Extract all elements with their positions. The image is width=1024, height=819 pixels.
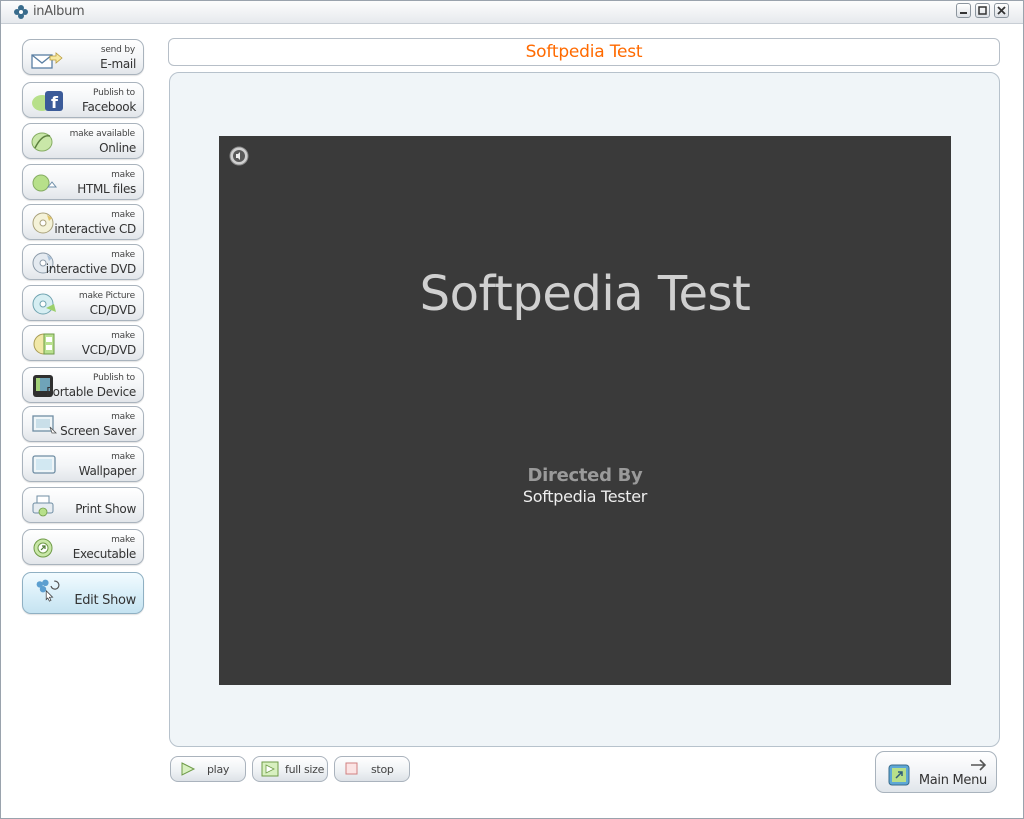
- main-menu-icon: [888, 764, 910, 786]
- play-icon: [181, 762, 196, 776]
- stop-button[interactable]: stop: [334, 756, 410, 782]
- make-screen-saver-button[interactable]: make Screen Saver: [22, 406, 144, 442]
- show-title-field[interactable]: Softpedia Test: [168, 38, 1000, 66]
- make-interactive-dvd-button[interactable]: make interactive DVD: [22, 244, 144, 280]
- maximize-button[interactable]: [975, 3, 990, 18]
- vcd-icon: [33, 333, 55, 355]
- executable-icon: [33, 538, 53, 558]
- arrow-right-icon: [971, 759, 987, 771]
- speaker-mute-icon[interactable]: [229, 146, 249, 166]
- make-vcd-dvd-button[interactable]: make VCD/DVD: [22, 325, 144, 361]
- full-size-button[interactable]: full size: [252, 756, 328, 782]
- svg-text:f: f: [51, 93, 59, 112]
- picture-disc-icon: [32, 293, 56, 315]
- make-executable-button[interactable]: make Executable: [22, 529, 144, 565]
- make-available-online-button[interactable]: make available Online: [22, 123, 144, 159]
- make-wallpaper-button[interactable]: make Wallpaper: [22, 446, 144, 482]
- minimize-button[interactable]: [956, 3, 971, 18]
- preview-directed-by: Directed By: [527, 465, 643, 486]
- full-size-icon: [261, 761, 279, 777]
- show-title-text: Softpedia Test: [525, 42, 643, 62]
- screen-saver-icon: [32, 415, 57, 434]
- slideshow-preview-screen[interactable]: Softpedia Test Directed By Softpedia Tes…: [219, 136, 951, 685]
- print-show-button[interactable]: Print Show: [22, 487, 144, 523]
- title-bar[interactable]: inAlbum: [1, 1, 1023, 24]
- printer-icon: [32, 495, 54, 517]
- make-html-files-button[interactable]: make HTML files: [22, 164, 144, 200]
- flower-logo-icon: [14, 5, 28, 19]
- close-icon: [997, 6, 1006, 15]
- play-button[interactable]: play: [170, 756, 246, 782]
- stop-icon: [345, 762, 358, 775]
- minimize-icon: [960, 12, 967, 14]
- make-picture-cd-dvd-button[interactable]: make Picture CD/DVD: [22, 285, 144, 321]
- send-by-email-button[interactable]: send by E-mail: [22, 39, 144, 75]
- online-icon: [31, 132, 53, 152]
- publish-to-facebook-button[interactable]: f Publish to Facebook: [22, 82, 144, 118]
- email-icon: [31, 52, 63, 69]
- edit-show-button[interactable]: Edit Show: [22, 572, 144, 614]
- preview-director: Softpedia Tester: [522, 487, 648, 506]
- make-interactive-cd-button[interactable]: make interactive CD: [22, 204, 144, 240]
- wallpaper-icon: [32, 455, 56, 474]
- preview-title: Softpedia Test: [419, 266, 751, 322]
- edit-show-icon: [36, 579, 60, 602]
- main-menu-button[interactable]: Main Menu: [875, 751, 997, 793]
- publish-to-portable-device-button[interactable]: Publish to Portable Device: [22, 367, 144, 403]
- close-button[interactable]: [994, 3, 1009, 18]
- facebook-icon: f: [32, 91, 63, 112]
- window-title: inAlbum: [33, 4, 85, 19]
- maximize-icon: [978, 6, 987, 15]
- html-files-icon: [32, 174, 58, 192]
